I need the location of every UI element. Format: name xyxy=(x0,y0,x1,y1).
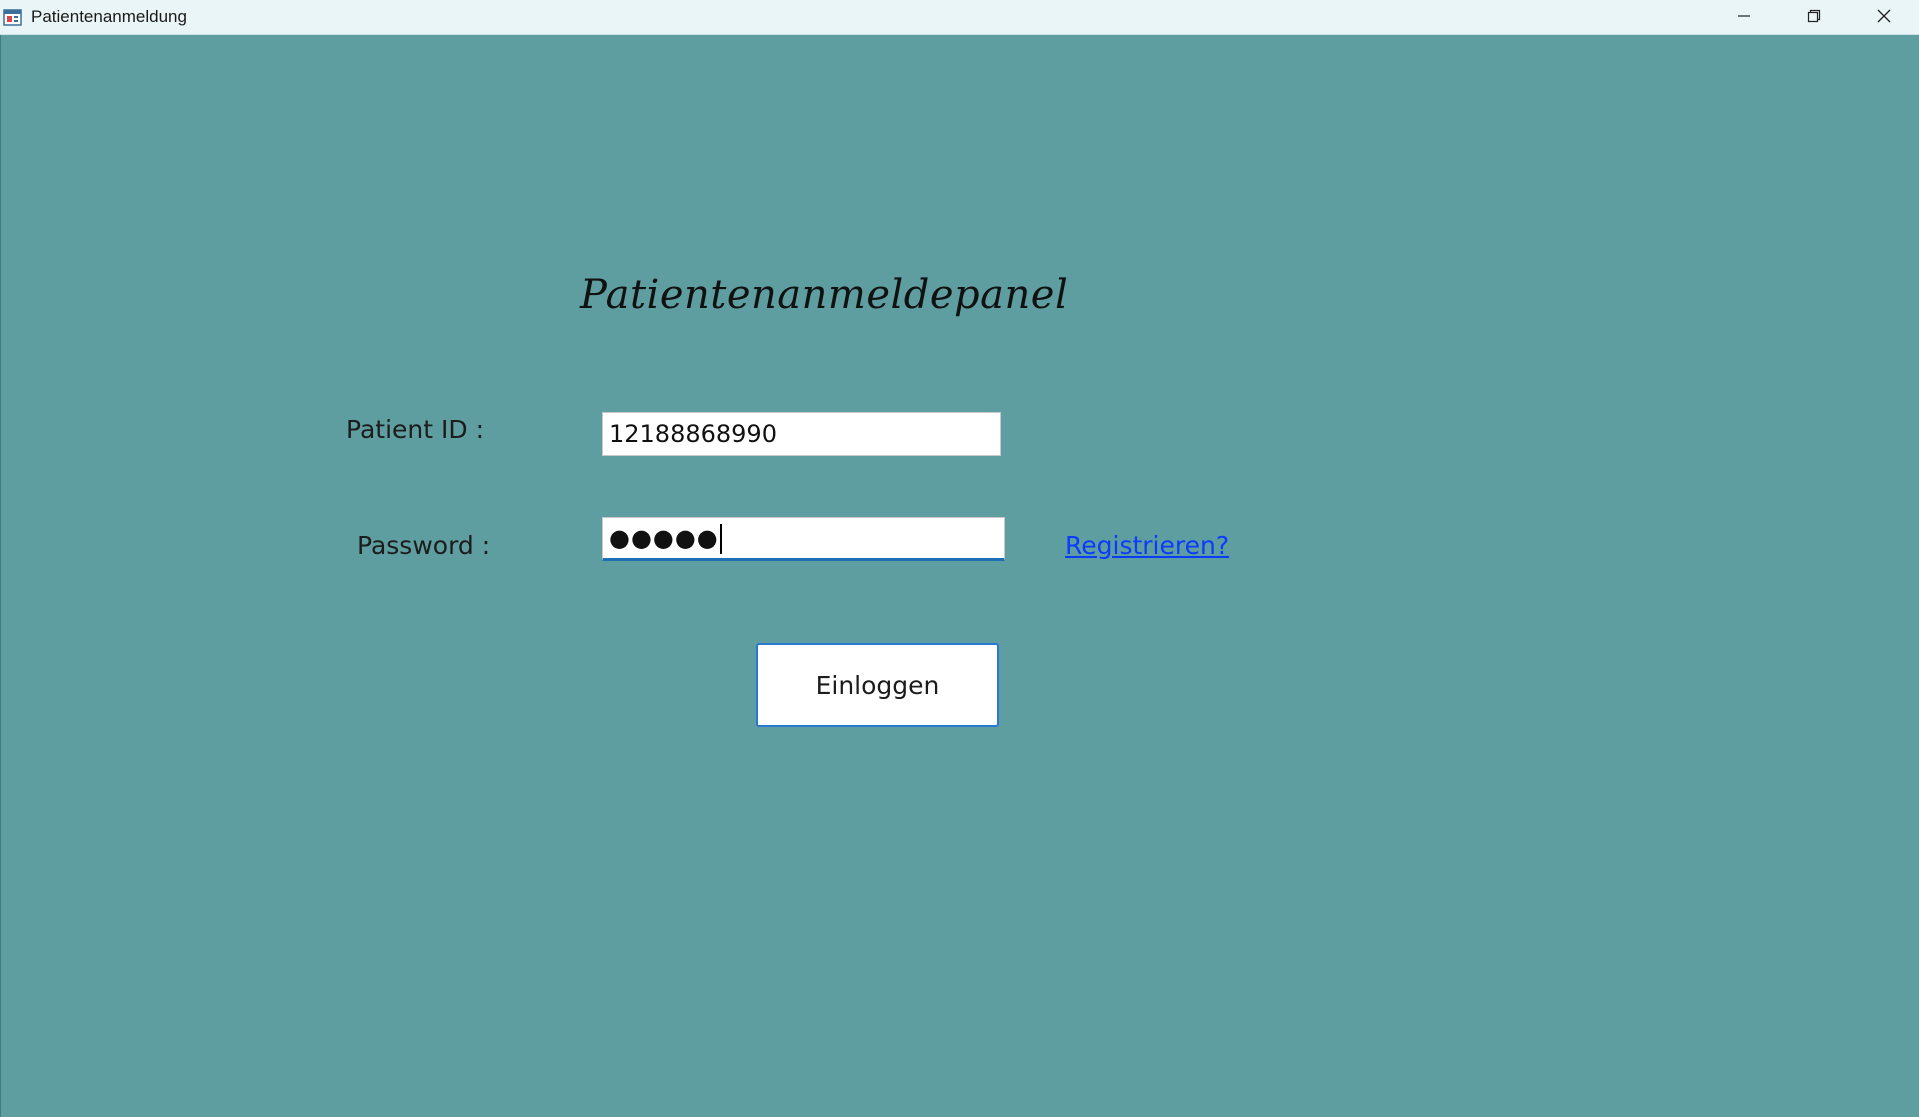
restore-icon xyxy=(1807,8,1821,27)
minimize-button[interactable] xyxy=(1709,0,1779,34)
login-window: Patientenanmeldung Patientenanmeldepanel… xyxy=(0,0,1919,1117)
register-link[interactable]: Registrieren? xyxy=(1065,531,1229,560)
password-masked-value: ●●●●● xyxy=(609,524,719,552)
login-button-label: Einloggen xyxy=(815,670,940,700)
panel-title: Patientenanmeldepanel xyxy=(580,272,1069,318)
close-icon xyxy=(1877,8,1891,27)
minimize-icon xyxy=(1737,8,1751,27)
patient-id-input[interactable]: 12188868990 xyxy=(602,412,1001,456)
login-button[interactable]: Einloggen xyxy=(756,643,999,727)
window-title: Patientenanmeldung xyxy=(31,7,187,26)
patient-id-value: 12188868990 xyxy=(609,420,777,448)
password-input[interactable]: ●●●●● xyxy=(602,517,1005,561)
password-label: Password : xyxy=(357,531,491,560)
text-caret xyxy=(719,524,722,554)
app-window-icon xyxy=(3,8,22,27)
restore-button[interactable] xyxy=(1779,0,1849,34)
close-button[interactable] xyxy=(1849,0,1919,34)
patient-id-label: Patient ID : xyxy=(346,415,484,444)
title-bar[interactable]: Patientenanmeldung xyxy=(0,0,1919,35)
window-left-border xyxy=(0,35,1,1117)
